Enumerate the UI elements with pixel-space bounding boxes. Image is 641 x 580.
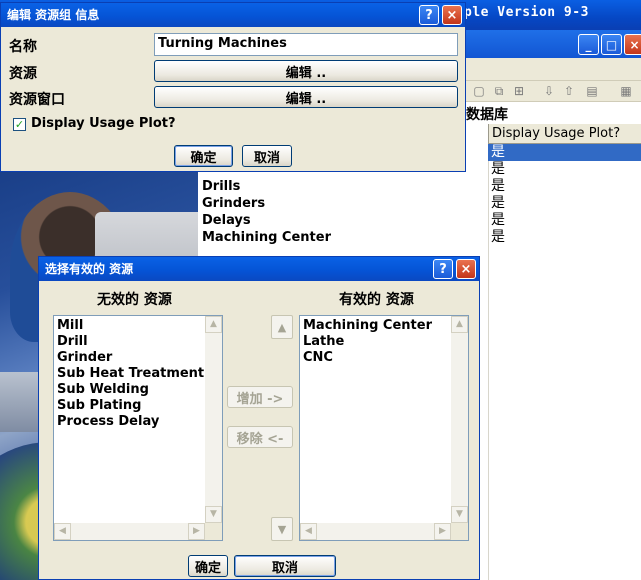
edit-resource-window-button[interactable]: 编辑 .. <box>154 86 458 108</box>
close-icon[interactable]: × <box>442 5 462 25</box>
value-cell[interactable]: 是 <box>488 161 641 178</box>
list-item[interactable]: Lathe <box>303 334 344 350</box>
inactive-resources-header: 无效的 资源 <box>97 292 172 308</box>
main-window-title: ple Version 9-3 <box>464 5 589 20</box>
value-cell-selected[interactable]: 是 <box>488 144 641 161</box>
scroll-down-icon[interactable]: ▼ <box>451 506 468 523</box>
scroll-left-icon[interactable]: ◀ <box>300 523 317 540</box>
resource-window-label: 资源窗口 <box>9 92 65 108</box>
value-cell[interactable]: 是 <box>488 212 641 229</box>
move-down-icon[interactable]: ▼ <box>271 517 293 541</box>
main-menu-bar: _ □ × <box>466 30 641 58</box>
paste-record-icon[interactable]: ⊞ <box>511 84 527 99</box>
inactive-resources-list[interactable]: Mill Drill Grinder Sub Heat Treatment Su… <box>53 315 223 541</box>
horizontal-scrollbar[interactable]: ◀ ▶ <box>54 523 222 540</box>
close-icon[interactable]: × <box>624 34 641 55</box>
ok-button[interactable]: 确定 <box>174 145 233 167</box>
column-header-display-usage[interactable]: Display Usage Plot? <box>488 124 641 144</box>
list-item[interactable]: Drill <box>57 334 88 350</box>
cancel-button[interactable]: 取消 <box>234 555 336 577</box>
sort-icon[interactable]: ▤ <box>584 84 600 99</box>
select-active-resource-dialog: 选择有效的 资源 ? × 无效的 资源 有效的 资源 Mill Drill Gr… <box>38 256 480 580</box>
list-item[interactable]: Mill <box>57 318 83 334</box>
select-dialog-title: 选择有效的 资源 <box>45 262 134 276</box>
edit-dialog-title: 编辑 资源组 信息 <box>7 8 100 22</box>
edit-resource-group-dialog: 编辑 资源组 信息 ? × 名称 Turning Machines 资源 编辑 … <box>0 2 466 172</box>
list-item[interactable]: Machining Center <box>303 318 432 334</box>
scroll-left-icon[interactable]: ◀ <box>54 523 71 540</box>
remove-button[interactable]: 移除 <- <box>227 426 293 448</box>
active-resources-header: 有效的 资源 <box>339 292 414 308</box>
minimize-icon[interactable]: _ <box>578 34 599 55</box>
help-icon[interactable]: ? <box>433 259 453 279</box>
toolbar-strip <box>466 58 641 82</box>
display-usage-checkbox[interactable]: ✓ <box>13 118 26 131</box>
toolbar: ▢ ⧉ ⊞ ⇩ ⇧ ▤ ▦ <box>466 80 641 102</box>
select-dialog-title-bar: 选择有效的 资源 ? × <box>39 257 479 281</box>
cancel-button[interactable]: 取消 <box>242 145 292 167</box>
value-cell[interactable]: 是 <box>488 178 641 195</box>
insert-row-icon[interactable]: ⇩ <box>541 84 557 99</box>
database-header: 数据库 <box>466 107 508 123</box>
add-button[interactable]: 增加 -> <box>227 386 293 408</box>
scroll-right-icon[interactable]: ▶ <box>434 523 451 540</box>
name-field[interactable]: Turning Machines <box>154 33 458 56</box>
edit-dialog-title-bar: 编辑 资源组 信息 ? × <box>1 3 465 27</box>
display-usage-label: Display Usage Plot? <box>31 116 176 131</box>
scroll-up-icon[interactable]: ▲ <box>205 316 222 333</box>
active-resources-list[interactable]: Machining Center Lathe CNC ▲ ▼ ◀ ▶ <box>299 315 469 541</box>
copy-record-icon[interactable]: ⧉ <box>491 84 507 99</box>
vertical-scrollbar[interactable]: ▲ ▼ <box>205 316 222 523</box>
ok-button[interactable]: 确定 <box>188 555 228 577</box>
list-item[interactable]: Machining Center <box>202 229 331 246</box>
list-item[interactable]: Sub Plating <box>57 398 141 414</box>
list-item[interactable]: Process Delay <box>57 414 159 430</box>
name-label: 名称 <box>9 39 37 55</box>
properties-icon[interactable]: ▦ <box>618 84 634 99</box>
list-item[interactable]: Sub Welding <box>57 382 149 398</box>
value-cell[interactable]: 是 <box>488 229 641 246</box>
new-record-icon[interactable]: ▢ <box>471 84 487 99</box>
help-icon[interactable]: ? <box>419 5 439 25</box>
edit-resource-button[interactable]: 编辑 .. <box>154 60 458 82</box>
list-item[interactable]: Sub Heat Treatment <box>57 366 204 382</box>
move-up-icon[interactable]: ▲ <box>271 315 293 339</box>
resource-label: 资源 <box>9 66 37 82</box>
scroll-down-icon[interactable]: ▼ <box>205 506 222 523</box>
maximize-icon[interactable]: □ <box>601 34 622 55</box>
scroll-right-icon[interactable]: ▶ <box>188 523 205 540</box>
close-icon[interactable]: × <box>456 259 476 279</box>
list-item[interactable]: Grinder <box>57 350 112 366</box>
list-item[interactable]: Drills <box>202 178 240 195</box>
value-cell[interactable]: 是 <box>488 195 641 212</box>
list-item[interactable]: Delays <box>202 212 251 229</box>
list-item[interactable]: Grinders <box>202 195 265 212</box>
scroll-up-icon[interactable]: ▲ <box>451 316 468 333</box>
delete-row-icon[interactable]: ⇧ <box>561 84 577 99</box>
list-item[interactable]: CNC <box>303 350 333 366</box>
vertical-scrollbar[interactable]: ▲ ▼ <box>451 316 468 523</box>
horizontal-scrollbar[interactable]: ◀ ▶ <box>300 523 468 540</box>
